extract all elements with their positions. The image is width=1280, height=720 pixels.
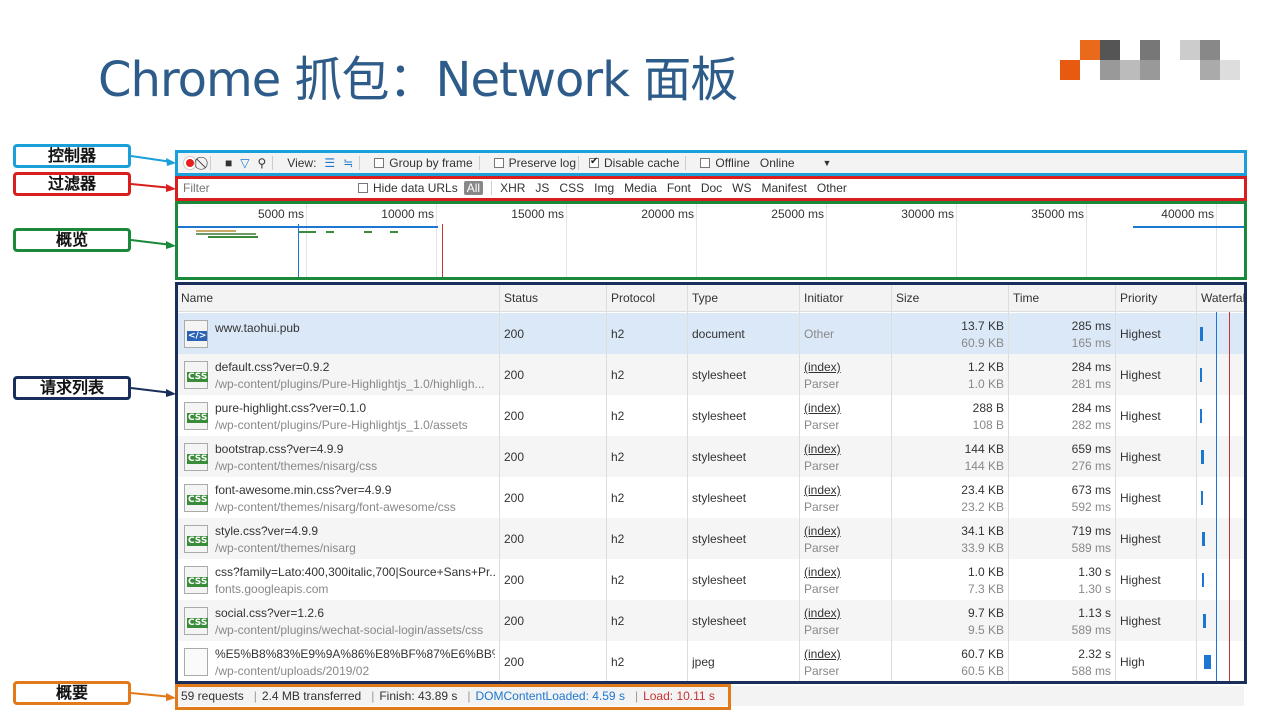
- overview-highlight: [175, 201, 1247, 280]
- request-list-highlight: [175, 282, 1247, 684]
- summary-highlight: [175, 684, 731, 710]
- filter-highlight: [175, 176, 1247, 201]
- controller-highlight: [175, 150, 1247, 176]
